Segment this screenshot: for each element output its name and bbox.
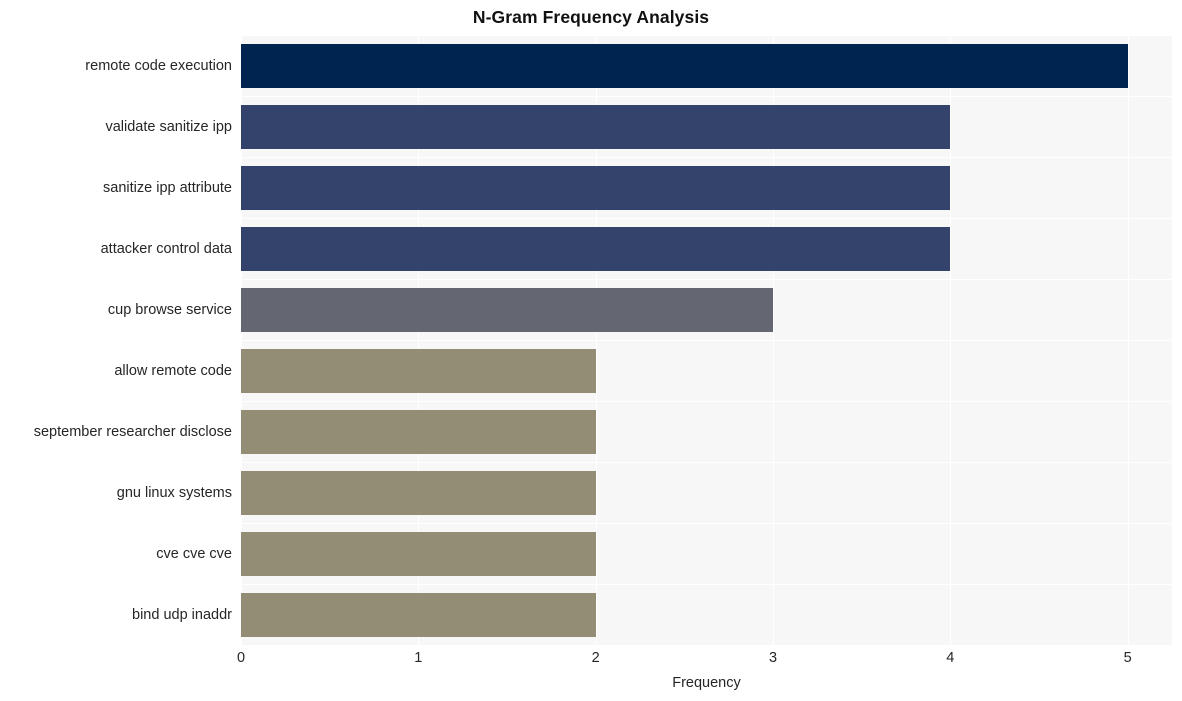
x-axis-tick-label: 0 [236,650,246,666]
bar [241,165,951,210]
y-axis-tick-label: september researcher disclose [33,423,232,440]
y-axis-tick-label: cup browse service [107,301,232,318]
bar [241,43,1128,88]
plot-area [241,35,1172,646]
chart-figure: N-Gram Frequency Analysis remote code ex… [0,0,1182,701]
x-axis-tick-label: 4 [946,650,955,666]
gridline-horizontal [241,584,1172,585]
y-axis-tick-label: remote code execution [85,57,232,74]
chart-title: N-Gram Frequency Analysis [472,7,710,27]
y-axis-tick-label: attacker control data [100,240,232,257]
gridline-horizontal [241,218,1172,219]
x-axis-label: Frequency [672,675,741,691]
x-axis-tick-label: 1 [414,650,423,666]
y-axis-tick-label: validate sanitize ipp [105,118,232,135]
gridline-horizontal [241,523,1172,524]
bar [241,531,596,576]
gridline-horizontal [241,157,1172,158]
x-axis-tick-label: 2 [591,650,600,666]
y-axis-tick-label: cve cve cve [156,545,232,562]
gridline-horizontal [241,340,1172,341]
x-axis-tick-label: 3 [768,650,778,666]
gridline-horizontal [241,645,1172,646]
y-axis-tick-label: gnu linux systems [116,484,232,501]
y-axis-tick-label: allow remote code [114,362,232,379]
y-axis-tick-label: bind udp inaddr [132,606,232,623]
bar [241,470,596,515]
bar [241,409,596,454]
gridline-horizontal [241,279,1172,280]
bar [241,592,596,637]
gridline-horizontal [241,462,1172,463]
y-axis-tick-label: sanitize ipp attribute [103,179,232,196]
gridline-horizontal [241,401,1172,402]
bar [241,287,773,332]
gridline-horizontal [241,96,1172,97]
bar [241,104,951,149]
x-axis-tick-label: 5 [1123,650,1132,666]
bar [241,226,951,271]
gridline-horizontal [241,35,1172,36]
bar [241,348,596,393]
